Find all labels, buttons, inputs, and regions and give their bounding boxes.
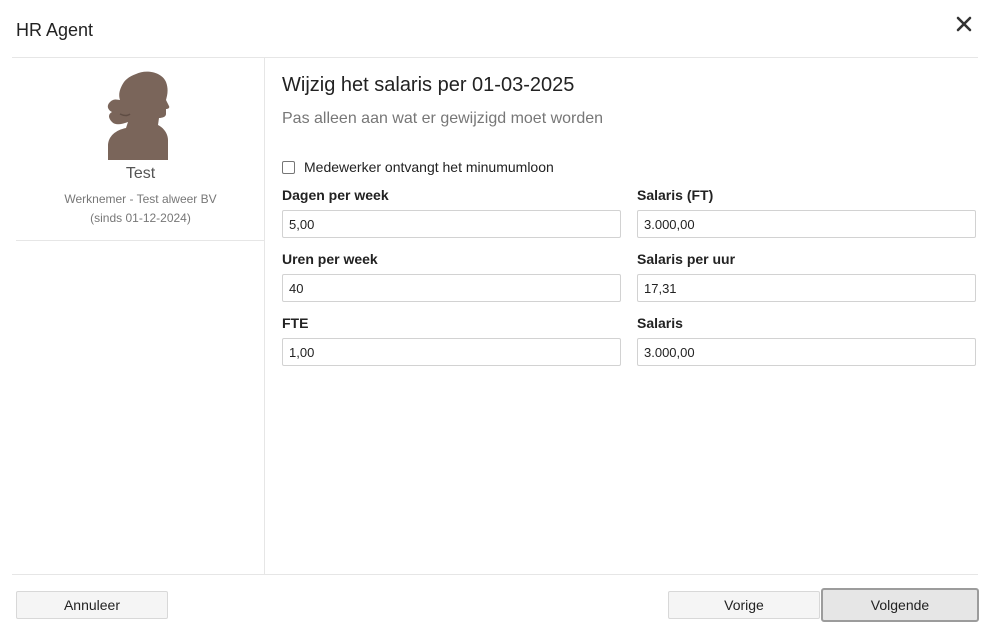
days-per-week-label: Dagen per week [282,187,389,203]
salary-input[interactable] [637,338,976,366]
page-title: Wijzig het salaris per 01-03-2025 [282,74,575,96]
salary-label: Salaris [637,315,683,331]
dialog-header: HR Agent [0,0,990,58]
close-icon[interactable] [952,12,976,36]
salary-per-hour-input[interactable] [637,274,976,302]
minimum-wage-label: Medewerker ontvangt het minumumloon [304,159,554,175]
days-per-week-input[interactable] [282,210,621,238]
salary-ft-input[interactable] [637,210,976,238]
footer-divider [12,574,978,575]
sidebar-divider [16,240,265,241]
hours-per-week-input[interactable] [282,274,621,302]
fte-input[interactable] [282,338,621,366]
employee-name: Test [125,165,156,182]
cancel-button[interactable]: Annuleer [16,591,168,619]
minimum-wage-row: Medewerker ontvangt het minumumloon [282,158,554,176]
fte-label: FTE [282,315,309,331]
hours-per-week-label: Uren per week [282,251,378,267]
avatar [106,70,172,160]
employee-since: (sinds 01-12-2024) [90,211,191,225]
next-button[interactable]: Volgende [821,588,979,622]
dialog-title: HR Agent [16,20,94,40]
minimum-wage-checkbox[interactable] [282,160,295,174]
previous-button[interactable]: Vorige [668,591,820,619]
employee-role: Werknemer - Test alweer BV [64,192,217,206]
page-subtitle: Pas alleen aan wat er gewijzigd moet wor… [282,110,604,127]
employee-sidebar: Test Werknemer - Test alweer BV (sinds 0… [16,58,265,574]
salary-per-hour-label: Salaris per uur [637,251,736,267]
salary-ft-label: Salaris (FT) [637,187,714,203]
salary-form: Wijzig het salaris per 01-03-2025 Pas al… [282,58,976,574]
